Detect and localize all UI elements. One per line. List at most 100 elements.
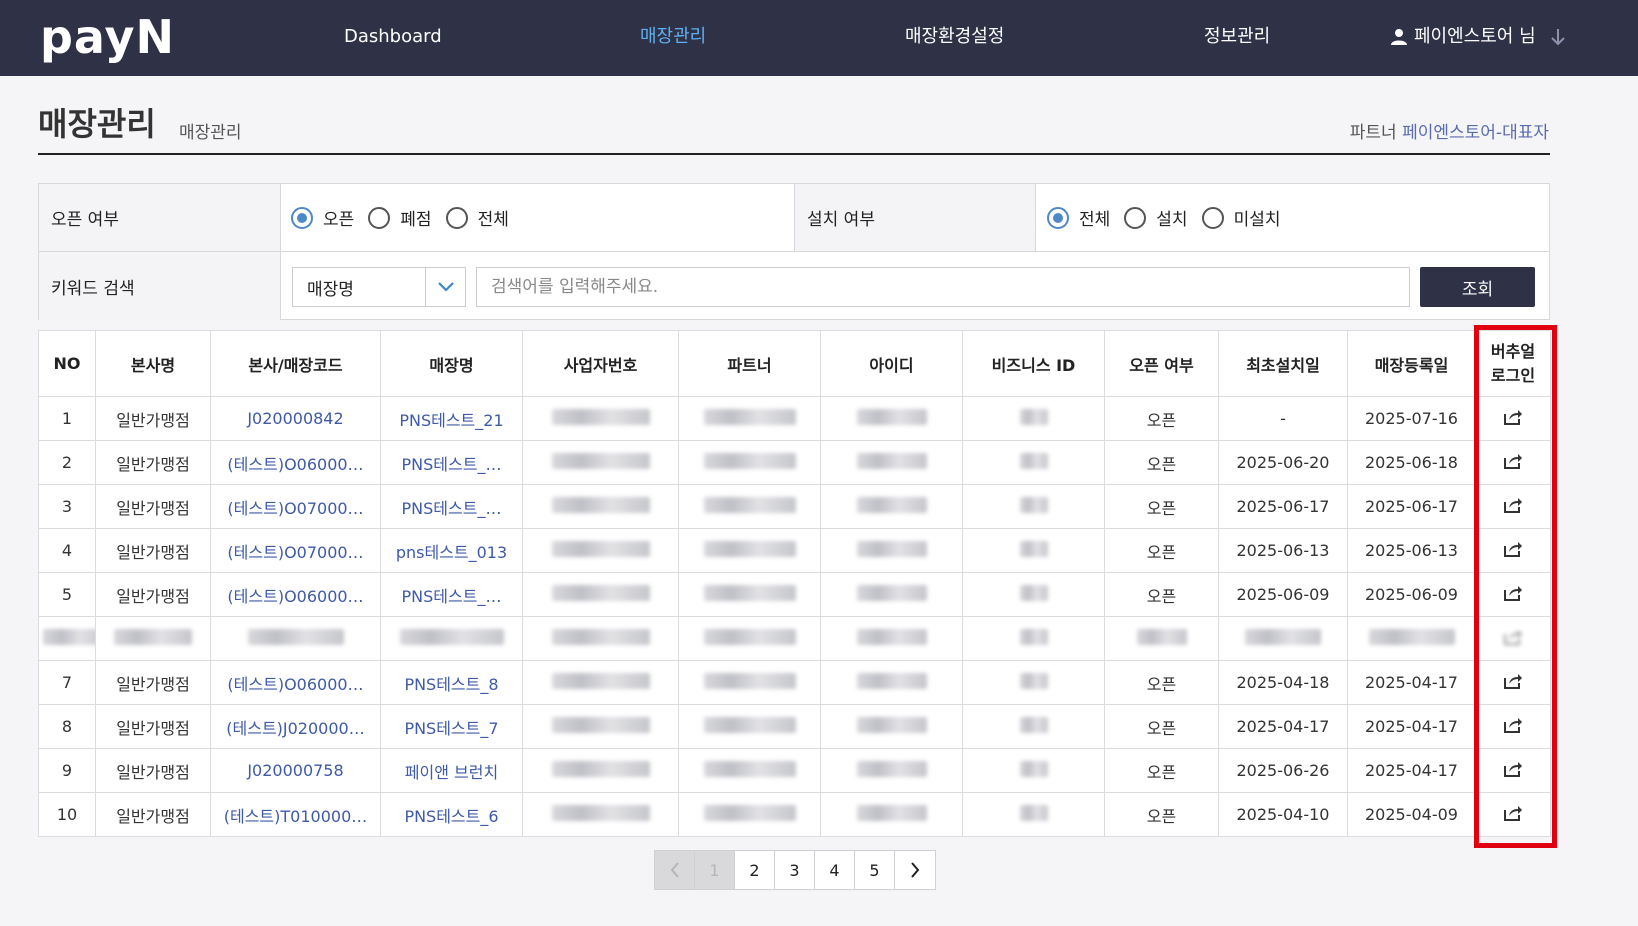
table-row[interactable]: 9 일반가맹점 J020000758 페이앤 브런치 오픈 2025-06-26 2025-… bbox=[38, 748, 1551, 793]
share-external-icon[interactable] bbox=[1503, 584, 1523, 602]
cell-virtual-login[interactable] bbox=[1475, 792, 1551, 837]
share-external-icon[interactable] bbox=[1503, 672, 1523, 690]
cell-virtual-login[interactable] bbox=[1475, 440, 1551, 485]
search-button[interactable]: 조회 bbox=[1420, 267, 1535, 307]
cell-hq-name: 일반가맹점 bbox=[95, 748, 211, 793]
cell-store-name[interactable]: PNS테스트_7 bbox=[380, 704, 523, 749]
share-external-icon[interactable] bbox=[1503, 716, 1523, 734]
radio-open-all-dot[interactable] bbox=[445, 206, 468, 229]
page-5[interactable]: 5 bbox=[855, 851, 895, 889]
cell-store-name[interactable]: PNS테스트_… bbox=[380, 440, 523, 485]
cell-store-name[interactable]: PNS테스트_… bbox=[380, 484, 523, 529]
cell-no: 1 bbox=[38, 396, 96, 441]
search-type-select[interactable]: 매장명 bbox=[292, 267, 466, 307]
radio-open-all[interactable]: 전체 bbox=[445, 205, 509, 230]
next-page-button[interactable] bbox=[895, 851, 935, 889]
cell-code[interactable]: (테스트)O06000… bbox=[210, 660, 381, 705]
table-row[interactable]: 5 일반가맹점 (테스트)O06000… PNS테스트_… 오픈 2025-06-09 20… bbox=[38, 572, 1551, 617]
virtual-login-head-2: 로그인 bbox=[1490, 365, 1536, 385]
cell-virtual-login[interactable] bbox=[1475, 484, 1551, 529]
share-external-icon[interactable] bbox=[1503, 804, 1523, 822]
share-external-icon[interactable] bbox=[1503, 760, 1523, 778]
cell-code[interactable]: J020000842 bbox=[210, 396, 381, 441]
cell-hq-name: 일반가맹점 bbox=[95, 792, 211, 837]
table-row[interactable]: 1 일반가맹점 J020000842 PNS테스트_21 오픈 -2025-07-16 bbox=[38, 396, 1551, 441]
col-user-id: 아이디 bbox=[820, 330, 963, 397]
redacted-value bbox=[703, 716, 796, 733]
search-input[interactable] bbox=[476, 267, 1410, 307]
nav-info-management[interactable]: 정보관리 bbox=[1204, 24, 1270, 50]
cell-store-name[interactable]: pns테스트_013 bbox=[380, 528, 523, 573]
redacted-value bbox=[1019, 584, 1048, 601]
chevron-down-icon[interactable] bbox=[425, 268, 465, 306]
cell-store-name[interactable]: PNS테스트_… bbox=[380, 572, 523, 617]
cell-business-number bbox=[522, 440, 679, 485]
radio-not-installed-dot[interactable] bbox=[1201, 206, 1224, 229]
cell-open-status bbox=[1104, 616, 1219, 661]
redacted-value bbox=[551, 672, 650, 689]
cell-business-number bbox=[522, 748, 679, 793]
cell-code[interactable]: (테스트)T010000… bbox=[210, 792, 381, 837]
radio-installed[interactable]: 설치 bbox=[1124, 205, 1188, 230]
cell-business-id bbox=[962, 660, 1105, 705]
radio-open[interactable]: 오픈 bbox=[291, 205, 354, 230]
nav-store-settings[interactable]: 매장환경설정 bbox=[905, 24, 1004, 50]
page-4[interactable]: 4 bbox=[815, 851, 855, 889]
col-partner: 파트너 bbox=[678, 330, 821, 397]
cell-code[interactable]: (테스트)O07000… bbox=[210, 484, 381, 529]
cell-first-install: 2025-04-10 bbox=[1218, 792, 1348, 837]
arrow-down-icon[interactable] bbox=[1550, 27, 1566, 47]
radio-closed-dot[interactable] bbox=[368, 206, 391, 229]
cell-code[interactable]: (테스트)O06000… bbox=[210, 440, 381, 485]
cell-virtual-login[interactable] bbox=[1475, 616, 1551, 661]
share-external-icon[interactable] bbox=[1503, 408, 1523, 426]
radio-open-label: 오픈 bbox=[323, 210, 355, 230]
nav-dashboard[interactable]: Dashboard bbox=[344, 24, 442, 50]
table-row[interactable]: 8 일반가맹점 (테스트)J020000… PNS테스트_7 오픈 2025-04-17 2… bbox=[38, 704, 1551, 749]
radio-closed[interactable]: 폐점 bbox=[368, 205, 432, 230]
cell-code[interactable]: J020000758 bbox=[210, 748, 381, 793]
radio-install-all-dot[interactable] bbox=[1047, 206, 1069, 229]
cell-code[interactable]: (테스트)O07000… bbox=[210, 528, 381, 573]
page-1[interactable]: 1 bbox=[695, 851, 735, 889]
radio-not-installed[interactable]: 미설치 bbox=[1201, 205, 1280, 230]
radio-install-all[interactable]: 전체 bbox=[1047, 205, 1110, 230]
page-2[interactable]: 2 bbox=[735, 851, 775, 889]
table-row[interactable]: 7 일반가맹점 (테스트)O06000… PNS테스트_8 오픈 2025-04-18 20… bbox=[38, 660, 1551, 705]
top-navigation-bar: payN Dashboard 매장관리 매장환경설정 정보관리 페이엔스토어 님 bbox=[0, 0, 1638, 76]
share-external-icon[interactable] bbox=[1503, 496, 1523, 514]
user-menu[interactable]: 페이엔스토어 님 bbox=[1390, 24, 1566, 50]
table-row[interactable]: 2 일반가맹점 (테스트)O06000… PNS테스트_… 오픈 2025-06-20 20… bbox=[38, 440, 1551, 485]
cell-virtual-login[interactable] bbox=[1475, 396, 1551, 441]
table-row[interactable] bbox=[38, 616, 1551, 661]
nav-store-management[interactable]: 매장관리 bbox=[640, 24, 706, 50]
cell-code[interactable]: (테스트)O06000… bbox=[210, 572, 381, 617]
cell-code[interactable]: (테스트)J020000… bbox=[210, 704, 381, 749]
radio-installed-label: 설치 bbox=[1156, 210, 1188, 230]
radio-open-dot[interactable] bbox=[291, 206, 313, 229]
cell-store-name[interactable]: PNS테스트_6 bbox=[380, 792, 523, 837]
cell-virtual-login[interactable] bbox=[1475, 704, 1551, 749]
cell-store-name[interactable]: 페이앤 브런치 bbox=[380, 748, 523, 793]
cell-user-id bbox=[820, 440, 963, 485]
cell-virtual-login[interactable] bbox=[1475, 748, 1551, 793]
cell-virtual-login[interactable] bbox=[1475, 528, 1551, 573]
cell-virtual-login[interactable] bbox=[1475, 572, 1551, 617]
page-3[interactable]: 3 bbox=[775, 851, 815, 889]
redacted-value bbox=[856, 452, 927, 469]
cell-store-name[interactable]: PNS테스트_8 bbox=[380, 660, 523, 705]
prev-page-button[interactable] bbox=[655, 851, 695, 889]
cell-store-name[interactable]: PNS테스트_21 bbox=[380, 396, 523, 441]
share-external-icon[interactable] bbox=[1503, 628, 1523, 646]
table-row[interactable]: 4 일반가맹점 (테스트)O07000… pns테스트_013 오픈 2025-06-13… bbox=[38, 528, 1551, 573]
cell-hq-name: 일반가맹점 bbox=[95, 704, 211, 749]
table-row[interactable]: 3 일반가맹점 (테스트)O07000… PNS테스트_… 오픈 2025-06-17 20… bbox=[38, 484, 1551, 529]
share-external-icon[interactable] bbox=[1503, 452, 1523, 470]
cell-registered: 2025-07-16 bbox=[1347, 396, 1476, 441]
radio-installed-dot[interactable] bbox=[1124, 206, 1147, 229]
table-row[interactable]: 10 일반가맹점 (테스트)T010000… PNS테스트_6 오픈 2025-04-10… bbox=[38, 792, 1551, 837]
share-external-icon[interactable] bbox=[1503, 540, 1523, 558]
payn-logo[interactable]: payN bbox=[40, 14, 175, 60]
radio-closed-label: 폐점 bbox=[400, 210, 432, 230]
cell-virtual-login[interactable] bbox=[1475, 660, 1551, 705]
